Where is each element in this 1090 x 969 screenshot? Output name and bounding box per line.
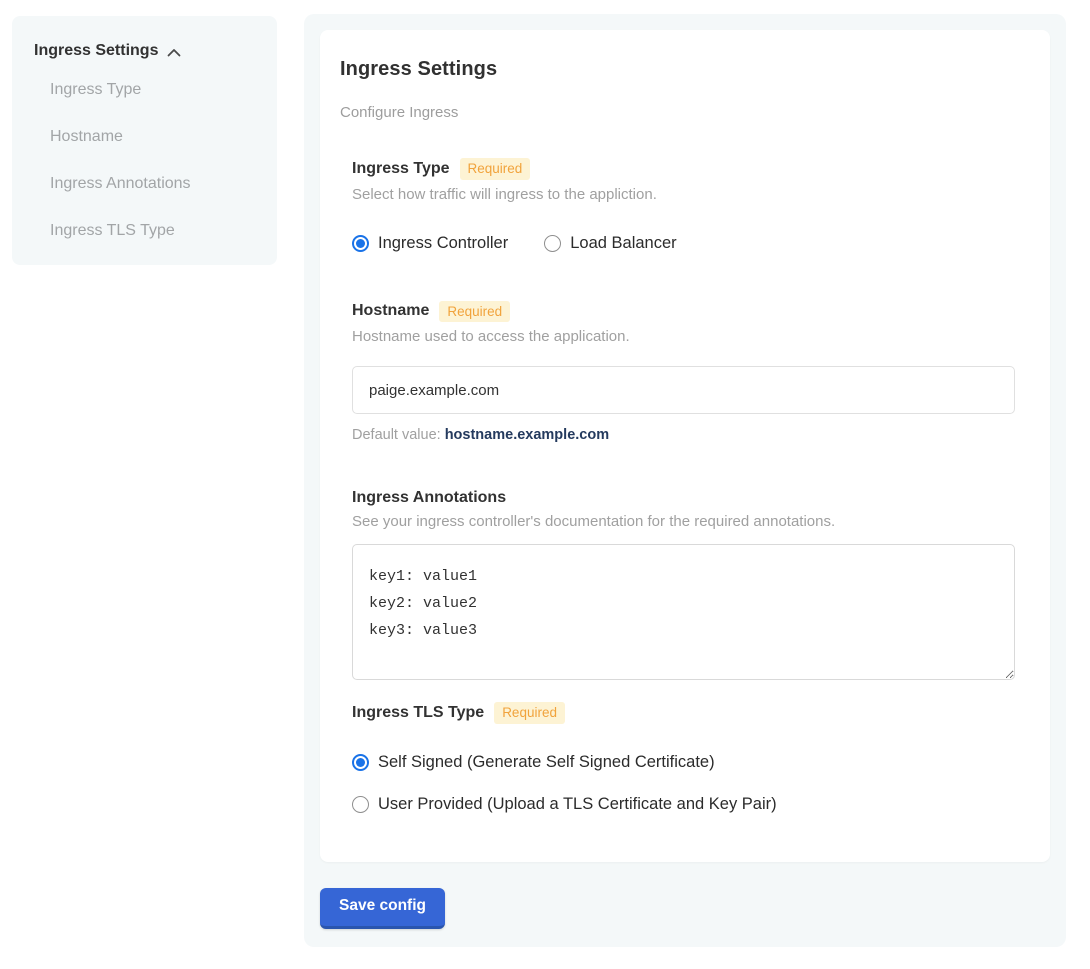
hostname-input[interactable] [352, 366, 1015, 414]
radio-icon[interactable] [544, 235, 561, 252]
ingress-settings-card: Ingress Settings Configure Ingress Ingre… [320, 30, 1050, 862]
sidebar-item-ingress-tls-type[interactable]: Ingress TLS Type [34, 213, 259, 249]
sidebar-item-ingress-type[interactable]: Ingress Type [34, 72, 259, 108]
ingress-type-radio-group: Ingress Controller Load Balancer [352, 234, 1017, 253]
section-ingress-tls-type: Ingress TLS Type Required Self Signed (G… [352, 702, 1017, 814]
radio-option-ingress-controller[interactable]: Ingress Controller [352, 234, 508, 253]
hostname-default-line: Default value: hostname.example.com [352, 427, 1017, 443]
section-ingress-type: Ingress Type Required Select how traffic… [352, 158, 1017, 253]
radio-label[interactable]: User Provided (Upload a TLS Certificate … [378, 795, 777, 814]
sidebar-item-ingress-annotations[interactable]: Ingress Annotations [34, 166, 259, 202]
ingress-annotations-label: Ingress Annotations [352, 489, 506, 507]
ingress-annotations-help: See your ingress controller's documentat… [352, 513, 1017, 530]
radio-label[interactable]: Load Balancer [570, 234, 676, 253]
radio-icon[interactable] [352, 754, 369, 771]
sidebar-item-hostname[interactable]: Hostname [34, 119, 259, 155]
default-value-prefix: Default value: [352, 427, 445, 443]
radio-option-load-balancer[interactable]: Load Balancer [544, 234, 676, 253]
sidebar-group-title: Ingress Settings [34, 42, 158, 60]
radio-option-self-signed[interactable]: Self Signed (Generate Self Signed Certif… [352, 753, 1017, 772]
form-sections: Ingress Type Required Select how traffic… [352, 158, 1017, 814]
page-title: Ingress Settings [340, 58, 1017, 81]
ingress-type-help: Select how traffic will ingress to the a… [352, 186, 1017, 203]
hostname-help: Hostname used to access the application. [352, 328, 1017, 345]
chevron-up-icon[interactable] [167, 48, 181, 57]
page-subtitle: Configure Ingress [340, 104, 1017, 121]
radio-label[interactable]: Self Signed (Generate Self Signed Certif… [378, 753, 715, 772]
sidebar-group-ingress-settings[interactable]: Ingress Settings [34, 42, 259, 60]
sidebar-item-list: Ingress Type Hostname Ingress Annotation… [34, 72, 259, 249]
required-badge: Required [460, 158, 531, 180]
ingress-tls-radio-group: Self Signed (Generate Self Signed Certif… [352, 753, 1017, 814]
ingress-annotations-textarea[interactable]: key1: value1 key2: value2 key3: value3 [352, 544, 1015, 680]
default-value-text: hostname.example.com [445, 427, 609, 443]
section-ingress-annotations: Ingress Annotations See your ingress con… [352, 489, 1017, 680]
radio-label[interactable]: Ingress Controller [378, 234, 508, 253]
config-nav-sidebar: Ingress Settings Ingress Type Hostname I… [12, 16, 277, 265]
radio-option-user-provided[interactable]: User Provided (Upload a TLS Certificate … [352, 795, 1017, 814]
ingress-type-label: Ingress Type [352, 160, 450, 178]
hostname-label: Hostname [352, 302, 429, 320]
section-hostname: Hostname Required Hostname used to acces… [352, 301, 1017, 444]
radio-icon[interactable] [352, 796, 369, 813]
required-badge: Required [439, 301, 510, 323]
ingress-tls-type-label: Ingress TLS Type [352, 704, 484, 722]
config-main-panel: Ingress Settings Configure Ingress Ingre… [304, 14, 1066, 947]
required-badge: Required [494, 702, 565, 724]
save-config-button[interactable]: Save config [320, 888, 445, 929]
radio-icon[interactable] [352, 235, 369, 252]
